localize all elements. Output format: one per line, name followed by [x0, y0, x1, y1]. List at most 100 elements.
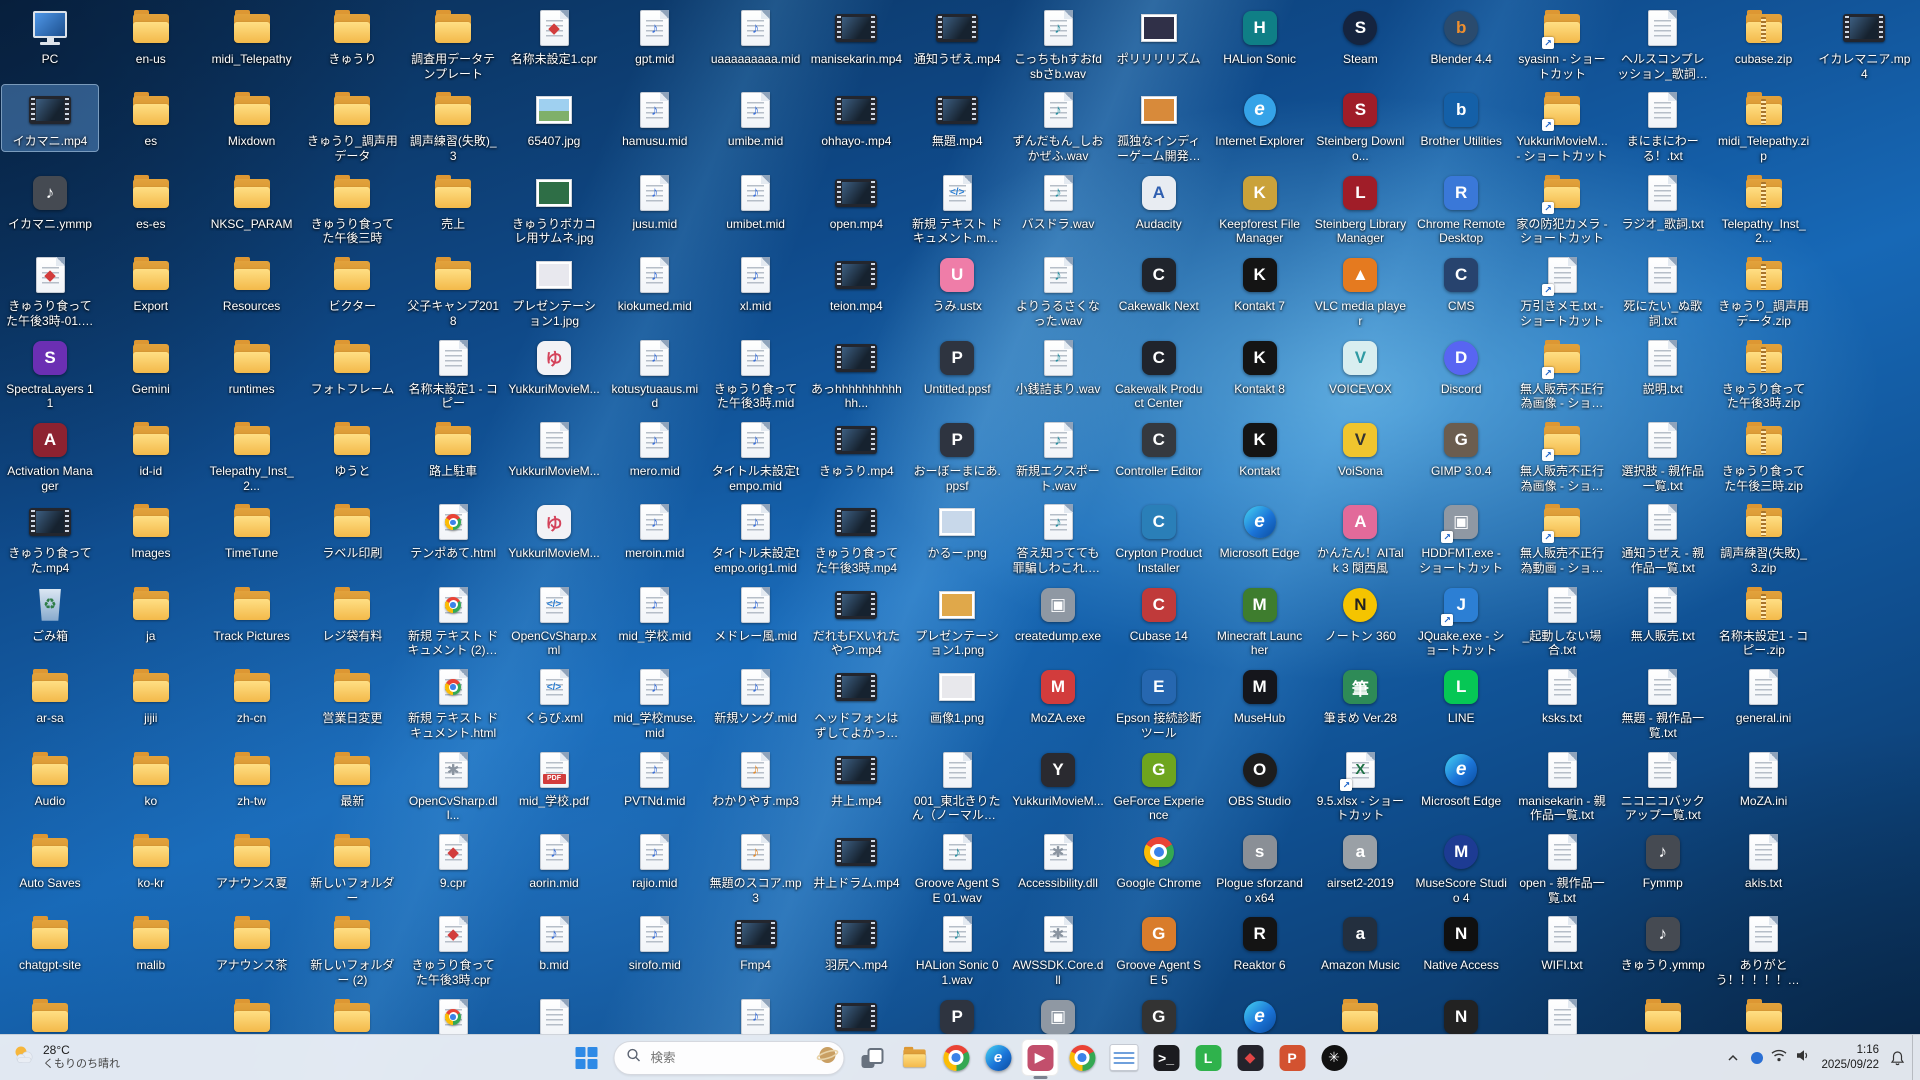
desktop-icon[interactable]: きゅうりボカコレ用サムネ.jpg: [506, 168, 602, 248]
desktop-icon[interactable]: Gemini: [103, 333, 199, 399]
desktop-icon[interactable]: </>くらび.xml: [506, 662, 602, 728]
desktop-icon[interactable]: 画像1.png: [909, 662, 1005, 728]
desktop-icon[interactable]: 死にたい_ぬ歌詞.txt: [1615, 250, 1711, 330]
desktop-icon[interactable]: ♪hamusu.mid: [607, 85, 703, 151]
desktop-icon[interactable]: KKontakt 7: [1212, 250, 1308, 316]
desktop-icon[interactable]: きゅうり食ってた午後3時.mp4: [808, 497, 904, 577]
desktop-icon[interactable]: ♪rajio.mid: [607, 827, 703, 893]
desktop-icon[interactable]: 名称未設定1 - コピー.zip: [1716, 580, 1812, 660]
desktop-icon[interactable]: 井上ドラム.mp4: [808, 827, 904, 893]
desktop-icon[interactable]: ♪ずんだもん_しおかぜふ.wav: [1010, 85, 1106, 165]
show-desktop-button[interactable]: [1912, 1035, 1918, 1080]
desktop-icon[interactable]: Fmp4: [708, 909, 804, 975]
desktop-icon[interactable]: ♪kotusytuaaus.mid: [607, 333, 703, 413]
desktop-icon[interactable]: ♪jusu.mid: [607, 168, 703, 234]
desktop-icon[interactable]: Export: [103, 250, 199, 316]
desktop-icon[interactable]: open.mp4: [808, 168, 904, 234]
desktop-icon[interactable]: ♪小銭詰まり.wav: [1010, 333, 1106, 399]
desktop-icon[interactable]: ✱AWSSDK.Core.dll: [1010, 909, 1106, 989]
desktop-icon[interactable]: きゅうり_調声用データ.zip: [1716, 250, 1812, 330]
desktop-icon[interactable]: 羽尻へ.mp4: [808, 909, 904, 975]
hidden-icons-chevron[interactable]: [1722, 1040, 1744, 1076]
desktop-icon[interactable]: chatgpt-site: [2, 909, 98, 975]
desktop-icon[interactable]: jijii: [103, 662, 199, 728]
desktop-icon[interactable]: bBlender 4.4: [1413, 3, 1509, 69]
taskbar-app-chatgpt[interactable]: ✳: [1316, 1039, 1353, 1076]
desktop-icon[interactable]: Audio: [2, 745, 98, 811]
desktop-icon[interactable]: ゆYukkuriMovieM...: [506, 497, 602, 563]
desktop-icon[interactable]: OOBS Studio: [1212, 745, 1308, 811]
taskbar-app-task-view[interactable]: [854, 1039, 891, 1076]
desktop-icon[interactable]: aAmazon Music: [1312, 909, 1408, 975]
desktop-icon[interactable]: あっhhhhhhhhhhhh...: [808, 333, 904, 413]
desktop-icon[interactable]: ♪uaaaaaaaaa.mid: [708, 3, 804, 69]
desktop-icon[interactable]: MMuseScore Studio 4: [1413, 827, 1509, 907]
desktop-icon[interactable]: en-us: [103, 3, 199, 69]
desktop-icon[interactable]: WIFI.txt: [1514, 909, 1610, 975]
desktop-icon[interactable]: </>OpenCvSharp.xml: [506, 580, 602, 660]
desktop-icon[interactable]: Nノートン 360: [1312, 580, 1408, 646]
desktop-icon[interactable]: SSpectraLayers 11: [2, 333, 98, 413]
search-input[interactable]: [649, 1050, 809, 1066]
desktop-icon[interactable]: ♪新規エクスポート.wav: [1010, 415, 1106, 495]
desktop-icon[interactable]: 説明.txt: [1615, 333, 1711, 399]
desktop-icon[interactable]: 調声練習(失敗)_3.zip: [1716, 497, 1812, 577]
desktop-icon[interactable]: midi_Telepathy: [204, 3, 300, 69]
desktop-icon[interactable]: ◆9.cpr: [405, 827, 501, 893]
desktop-icon[interactable]: 65407.jpg: [506, 85, 602, 151]
desktop-icon[interactable]: Auto Saves: [2, 827, 98, 893]
desktop-icon[interactable]: MMuseHub: [1212, 662, 1308, 728]
desktop-icon[interactable]: ohhayo-.mp4: [808, 85, 904, 151]
desktop-icon[interactable]: HHALion Sonic: [1212, 3, 1308, 69]
system-tray[interactable]: [1746, 1040, 1815, 1076]
desktop-icon[interactable]: きゅうり食ってた午後三時.zip: [1716, 415, 1812, 495]
desktop-icon[interactable]: ♪イカマニ.ymmp: [2, 168, 98, 234]
desktop-icon[interactable]: CController Editor: [1111, 415, 1207, 481]
desktop-icon[interactable]: ♪gpt.mid: [607, 3, 703, 69]
desktop-icon[interactable]: ▲VLC media player: [1312, 250, 1408, 330]
desktop-icon[interactable]: KKeepforest File Manager: [1212, 168, 1308, 248]
desktop-icon[interactable]: ♪新規ソング.mid: [708, 662, 804, 728]
desktop-icon[interactable]: ♪無題のスコア.mp3: [708, 827, 804, 907]
desktop-icon[interactable]: 001_東北きりたん（ノーマル）_今じゃ...: [909, 745, 1005, 825]
desktop-icon[interactable]: きゅうり.mp4: [808, 415, 904, 481]
desktop-icon[interactable]: ♪aorin.mid: [506, 827, 602, 893]
desktop-icon[interactable]: 選択肢 - 親作品一覧.txt: [1615, 415, 1711, 495]
desktop-icon[interactable]: ビクター: [304, 250, 400, 316]
taskbar-app-google-chrome[interactable]: [938, 1039, 975, 1076]
desktop-icon[interactable]: ko: [103, 745, 199, 811]
desktop-icon[interactable]: きゅうり: [304, 3, 400, 69]
notification-bell[interactable]: [1885, 1040, 1910, 1076]
desktop-icon[interactable]: Resources: [204, 250, 300, 316]
desktop-icon[interactable]: MMoZA.exe: [1010, 662, 1106, 728]
clock[interactable]: 1:16 2025/09/22: [1817, 1040, 1883, 1076]
desktop-icon[interactable]: ↗家の防犯カメラ - ショートカット: [1514, 168, 1610, 248]
desktop-icon[interactable]: akis.txt: [1716, 827, 1812, 893]
desktop-icon[interactable]: CCrypton Product Installer: [1111, 497, 1207, 577]
desktop-icon[interactable]: ありがとう！！！！！！！.txt: [1716, 909, 1812, 989]
taskbar-app-terminal[interactable]: >_: [1148, 1039, 1185, 1076]
desktop-icon[interactable]: KKontakt: [1212, 415, 1308, 481]
taskbar-app-powerpoint[interactable]: P: [1274, 1039, 1311, 1076]
desktop-icon[interactable]: bBrother Utilities: [1413, 85, 1509, 151]
desktop-icon[interactable]: YYukkuriMovieM...: [1010, 745, 1106, 811]
desktop-icon[interactable]: aairset2-2019: [1312, 827, 1408, 893]
desktop-icon[interactable]: ↗無人販売不正行為画像 - ショートカット: [1514, 415, 1610, 495]
desktop-icon[interactable]: id-id: [103, 415, 199, 481]
taskbar-app-microsoft-edge[interactable]: e: [980, 1039, 1017, 1076]
desktop-icon[interactable]: ♪タイトル未設定tempo.orig1.mid: [708, 497, 804, 577]
desktop-icon[interactable]: PUntitled.ppsf: [909, 333, 1005, 399]
taskbar-app-media-player[interactable]: ▶: [1022, 1039, 1059, 1076]
desktop-icon[interactable]: SSteinberg Downlo...: [1312, 85, 1408, 165]
desktop-icon[interactable]: malib: [103, 909, 199, 975]
desktop-icon[interactable]: ♪メドレー風.mid: [708, 580, 804, 646]
desktop-icon[interactable]: es-es: [103, 168, 199, 234]
desktop-icon[interactable]: ゆうと: [304, 415, 400, 481]
desktop-icon[interactable]: ♪タイトル未設定tempo.mid: [708, 415, 804, 495]
desktop-icon[interactable]: ♪meroin.mid: [607, 497, 703, 563]
desktop-icon[interactable]: eMicrosoft Edge: [1413, 745, 1509, 811]
desktop-icon[interactable]: AActivation Manager: [2, 415, 98, 495]
desktop-icon[interactable]: ♪バスドラ.wav: [1010, 168, 1106, 234]
desktop-icon[interactable]: きゅうり食ってた午後三時: [304, 168, 400, 248]
desktop-icon[interactable]: TimeTune: [204, 497, 300, 563]
